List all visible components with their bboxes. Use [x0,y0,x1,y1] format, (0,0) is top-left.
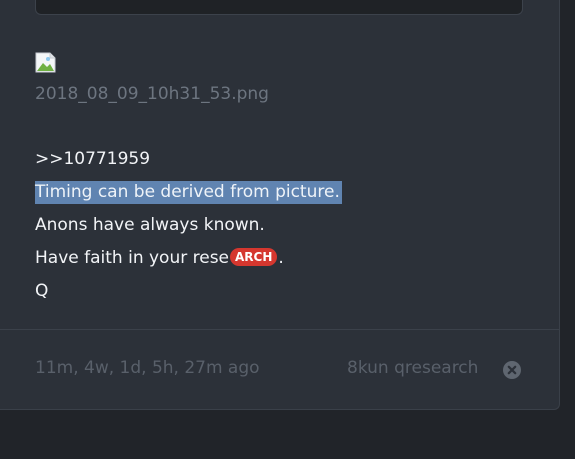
footer-divider [0,329,559,330]
post-time-ago: 11m, 4w, 1d, 5h, 27m ago [35,358,260,378]
post-line-faith: Have faith in your rese ARCH. [35,246,284,270]
faith-text: Have faith in your rese [35,248,230,268]
highlighted-text: Timing can be derived from picture. [35,181,342,204]
post-card: 2018_08_09_10h31_53.png >>10771959 Timin… [0,0,560,410]
close-circle-icon[interactable] [503,361,521,379]
post-line-known: Anons have always known. [35,215,265,235]
faith-period: . [278,248,284,268]
post-signature: Q [35,281,49,301]
post-reference-link[interactable]: >>10771959 [35,147,150,171]
attachment-filename[interactable]: 2018_08_09_10h31_53.png [35,84,269,104]
post-source[interactable]: 8kun qresearch [347,358,478,378]
broken-image-icon[interactable] [35,52,58,73]
post-line-timing: Timing can be derived from picture. [35,180,342,204]
code-block [35,0,523,15]
archive-badge[interactable]: ARCH [230,248,278,266]
